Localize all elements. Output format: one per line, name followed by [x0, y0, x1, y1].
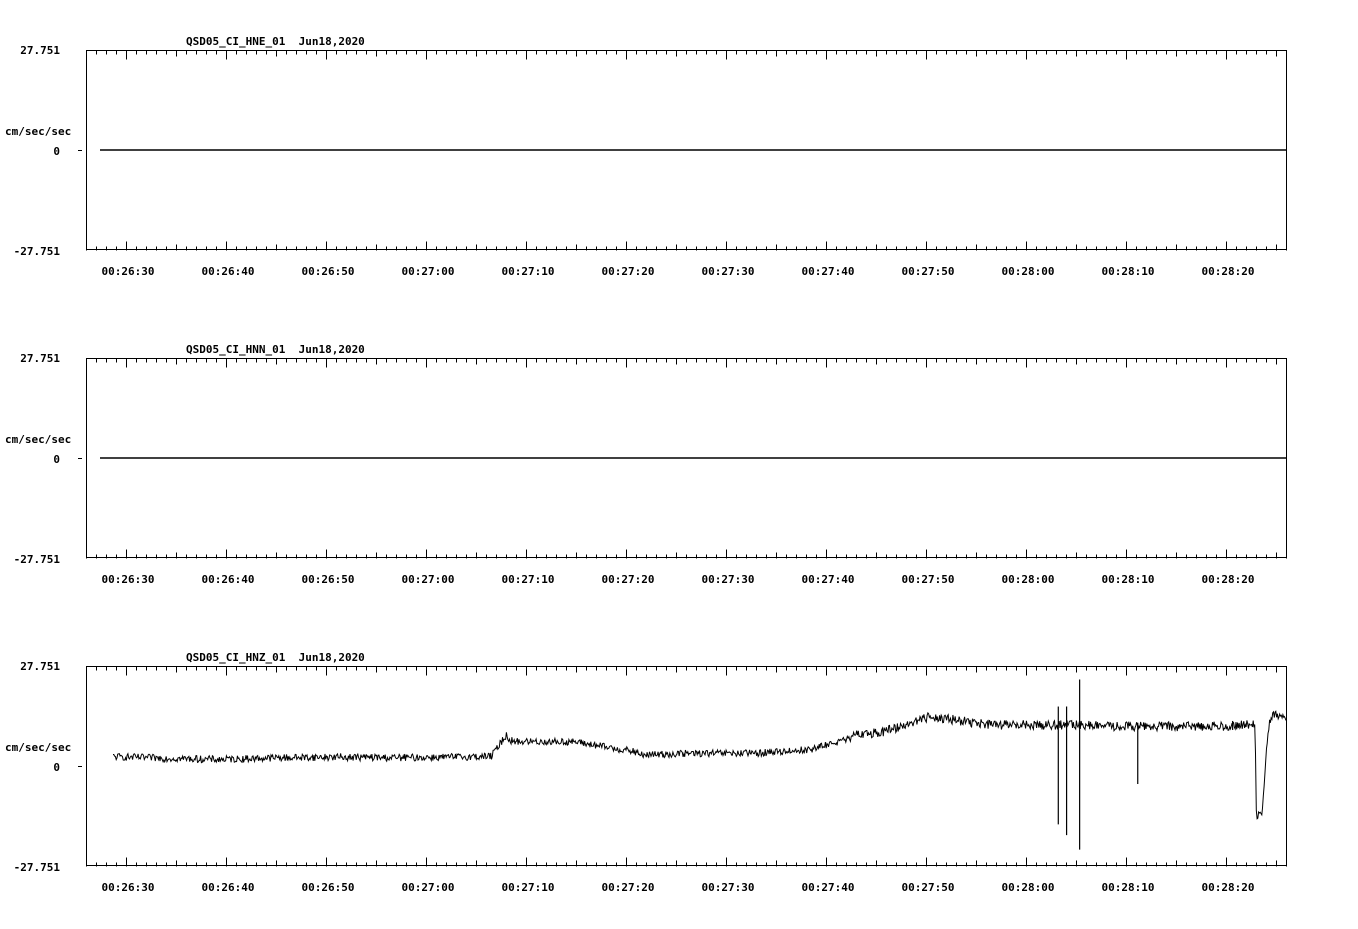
- x-tick-label: 00:27:10: [502, 265, 555, 278]
- tick-marks: [78, 666, 1287, 867]
- x-tick-label: 00:27:00: [402, 881, 455, 894]
- y-tick-label-min: -27.751: [14, 245, 61, 258]
- chart-title: QSD05_CI_HNZ_01 Jun18,2020: [186, 651, 365, 664]
- y-tick-label-max: 27.751: [20, 660, 60, 673]
- x-tick-label: 00:27:00: [402, 265, 455, 278]
- x-tick-label: 00:27:40: [802, 265, 855, 278]
- x-tick-label: 00:27:20: [602, 265, 655, 278]
- x-tick-label: 00:28:10: [1102, 881, 1155, 894]
- plot-frame: [86, 666, 1287, 866]
- y-tick-label-zero: 0: [53, 145, 60, 158]
- x-tick-label: 00:27:10: [502, 881, 555, 894]
- x-tick-label: 00:28:00: [1002, 265, 1055, 278]
- y-tick-label-zero: 0: [53, 453, 60, 466]
- panel-hne: QSD05_CI_HNE_01 Jun18,2020 27.751 cm/sec…: [5, 35, 1287, 278]
- x-tick-label: 00:26:30: [102, 573, 155, 586]
- y-tick-label-min: -27.751: [14, 861, 61, 874]
- x-tick-label: 00:27:50: [902, 573, 955, 586]
- x-tick-label: 00:28:10: [1102, 573, 1155, 586]
- x-tick-label: 00:28:20: [1202, 573, 1255, 586]
- chart-title: QSD05_CI_HNE_01 Jun18,2020: [186, 35, 365, 48]
- x-tick-label: 00:26:30: [102, 881, 155, 894]
- x-tick-label: 00:26:40: [202, 881, 255, 894]
- axis-ticks: [78, 666, 1287, 867]
- x-tick-label: 00:27:40: [802, 881, 855, 894]
- x-tick-label: 00:27:40: [802, 573, 855, 586]
- x-tick-label: 00:27:50: [902, 265, 955, 278]
- x-tick-label: 00:27:30: [702, 265, 755, 278]
- y-tick-label-max: 27.751: [20, 44, 60, 57]
- y-axis-label: cm/sec/sec: [5, 433, 71, 446]
- y-tick-label-max: 27.751: [20, 352, 60, 365]
- plot-area: [113, 679, 1287, 850]
- y-tick-label-min: -27.751: [14, 553, 61, 566]
- chart-title: QSD05_CI_HNN_01 Jun18,2020: [186, 343, 365, 356]
- y-axis-label: cm/sec/sec: [5, 125, 71, 138]
- x-tick-label: 00:26:40: [202, 573, 255, 586]
- x-tick-label: 00:28:20: [1202, 881, 1255, 894]
- x-tick-labels: 00:26:30 00:26:40 00:26:50 00:27:00 00:27:10…: [102, 573, 1255, 586]
- x-tick-label: 00:27:10: [502, 573, 555, 586]
- series-line: [113, 710, 1287, 820]
- x-tick-label: 00:26:50: [302, 573, 355, 586]
- x-tick-label: 00:27:30: [702, 573, 755, 586]
- x-tick-label: 00:27:00: [402, 573, 455, 586]
- x-tick-label: 00:28:00: [1002, 881, 1055, 894]
- x-tick-label: 00:26:50: [302, 265, 355, 278]
- seismogram-svg: QSD05_CI_HNE_01 Jun18,2020 27.751 cm/sec…: [5, 35, 1287, 894]
- seismogram-figure: QSD05_CI_HNE_01 Jun18,2020 27.751 cm/sec…: [0, 0, 1358, 924]
- x-tick-label: 00:26:50: [302, 881, 355, 894]
- y-tick-label-zero: 0: [53, 761, 60, 774]
- x-tick-label: 00:27:50: [902, 881, 955, 894]
- x-tick-label: 00:27:30: [702, 881, 755, 894]
- x-tick-label: 00:26:40: [202, 265, 255, 278]
- panel-hnz: QSD05_CI_HNZ_01 Jun18,2020 27.751 cm/sec…: [5, 651, 1287, 894]
- x-tick-label: 00:27:20: [602, 573, 655, 586]
- x-tick-label: 00:28:20: [1202, 265, 1255, 278]
- panel-hnn: QSD05_CI_HNN_01 Jun18,2020 27.751 cm/sec…: [5, 343, 1287, 586]
- y-axis-label: cm/sec/sec: [5, 741, 71, 754]
- x-tick-label: 00:28:00: [1002, 573, 1055, 586]
- x-tick-label: 00:28:10: [1102, 265, 1155, 278]
- x-tick-labels: 00:26:30 00:26:40 00:26:50 00:27:00 00:27:10…: [102, 881, 1255, 894]
- x-tick-labels: 00:26:30 00:26:40 00:26:50 00:27:00 00:27:10…: [102, 265, 1255, 278]
- x-tick-label: 00:27:20: [602, 881, 655, 894]
- x-tick-label: 00:26:30: [102, 265, 155, 278]
